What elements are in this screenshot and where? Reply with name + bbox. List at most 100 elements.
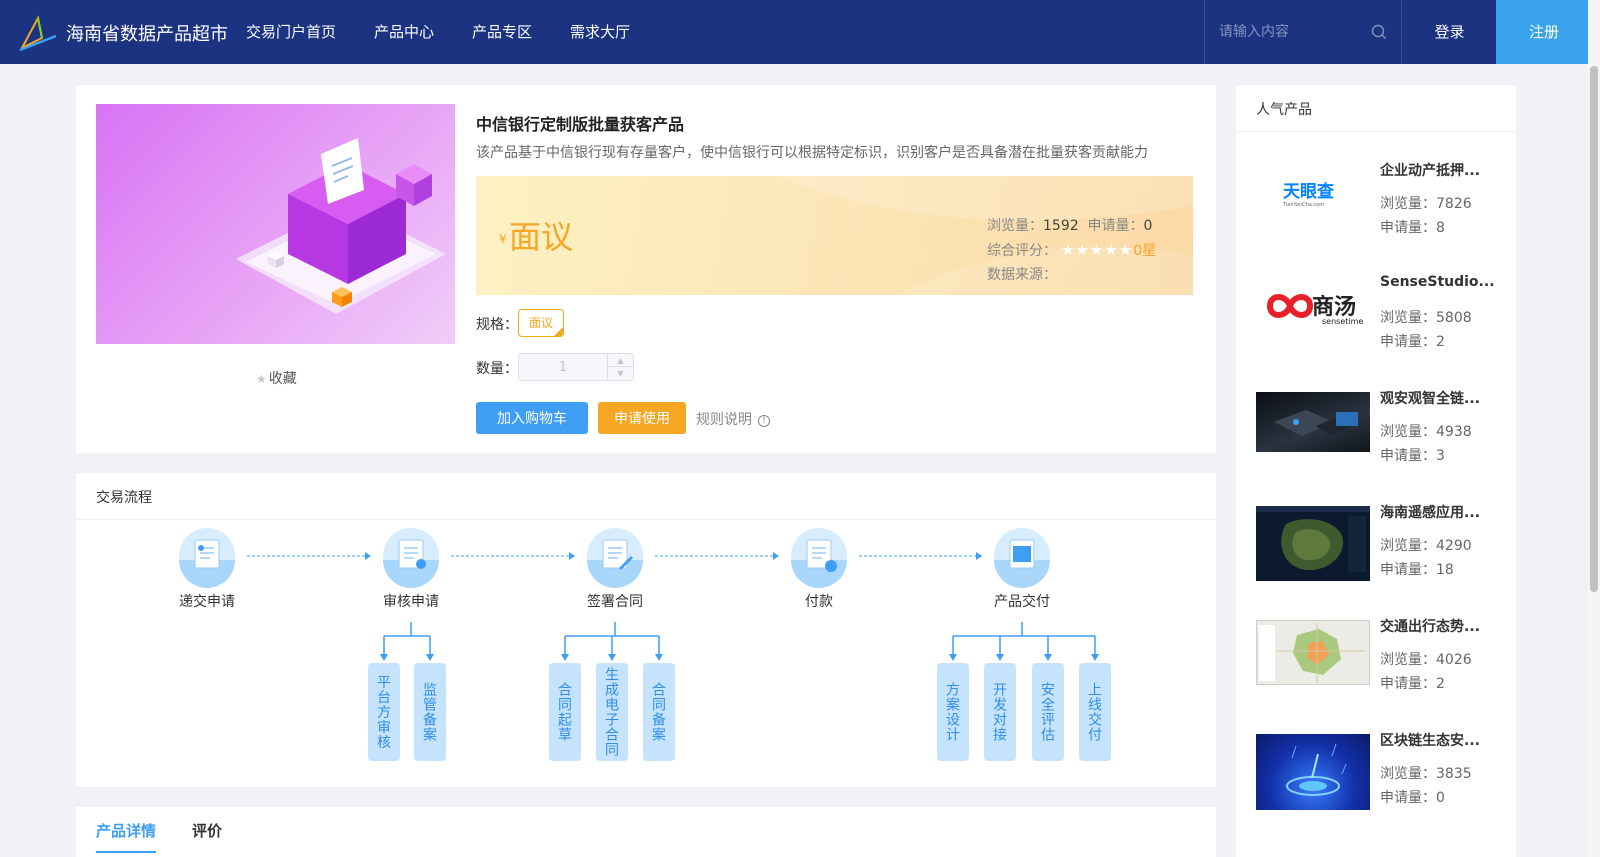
scrollbar-thumb[interactable] xyxy=(1590,66,1598,592)
sub-step-contract-1-label: 生成电子合同 xyxy=(605,668,619,759)
arrow-down-icon xyxy=(1091,654,1099,661)
requests-value: 18 xyxy=(1436,562,1454,578)
nav-product-zone[interactable]: 产品专区 xyxy=(472,0,532,64)
popular-divider xyxy=(1236,131,1516,132)
views-value: 5808 xyxy=(1436,310,1472,326)
quantity-decrease-icon[interactable]: ▼ xyxy=(607,367,633,380)
product-delivery-icon xyxy=(994,528,1050,588)
popular-item[interactable]: 观安观智全链... 浏览量：4938 申请量：3 xyxy=(1256,391,1506,492)
popular-item[interactable]: 天眼查 TianYanCha.com 企业动产抵押... 浏览量：7826 申请… xyxy=(1256,163,1506,264)
requests-label: 申请量： xyxy=(1380,676,1436,692)
arrow-down-icon xyxy=(380,654,388,661)
logo-subtext: TianYanCha.com xyxy=(1282,202,1324,208)
arrow-down-icon xyxy=(655,654,663,661)
popular-item-name: 区块链生态安... xyxy=(1380,733,1480,749)
popular-item-requests: 申请量：18 xyxy=(1380,559,1454,579)
tab-product-detail[interactable]: 产品详情 xyxy=(96,820,157,853)
product-stats: 浏览量：1592 申请量：0 综合评分： ★★★★★0星 数据来源： xyxy=(987,214,1156,287)
spec-option[interactable]: 面议 xyxy=(518,309,564,337)
popular-item-name: 交通出行态势... xyxy=(1380,619,1480,635)
requests-value: 0 xyxy=(1436,790,1445,806)
spec-label: 规格： xyxy=(476,317,518,333)
site-brand-name[interactable]: 海南省数据产品超市 xyxy=(66,20,228,46)
views-label: 浏览量： xyxy=(1380,538,1436,554)
page-scrollbar[interactable] xyxy=(1588,0,1600,857)
requests-value: 2 xyxy=(1436,334,1445,350)
tab-reviews[interactable]: 评价 xyxy=(192,820,222,841)
views-label: 浏览量： xyxy=(1380,652,1436,668)
satellite-map-image xyxy=(1256,506,1370,572)
requests-value: 3 xyxy=(1436,448,1445,464)
popular-item-thumbnail xyxy=(1256,392,1370,452)
payment-icon xyxy=(791,528,847,588)
quantity-input[interactable] xyxy=(519,354,607,380)
tianyancha-logo-icon: 天眼查 TianYanCha.com xyxy=(1282,181,1335,208)
popular-item-requests: 申请量：0 xyxy=(1380,787,1445,807)
top-header: 海南省数据产品超市 交易门户首页 产品中心 产品专区 需求大厅 登录 注册 xyxy=(0,0,1600,64)
popular-item-views: 浏览量：7826 xyxy=(1380,193,1472,213)
requests-label: 申请量： xyxy=(1380,334,1436,350)
popular-item-views: 浏览量：5808 xyxy=(1380,307,1472,327)
favorite-button[interactable]: ★ 收藏 xyxy=(256,368,297,388)
popular-item-views: 浏览量：4938 xyxy=(1380,421,1472,441)
views-value: 4938 xyxy=(1436,424,1472,440)
popular-item[interactable]: 商汤 sensetime SenseStudio... 浏览量：5808 申请量… xyxy=(1256,274,1506,378)
views-label: 浏览量： xyxy=(1380,196,1436,212)
requests-label: 申请量： xyxy=(1380,448,1436,464)
isometric-cube-illustration xyxy=(236,138,446,314)
nav-product-center[interactable]: 产品中心 xyxy=(374,0,434,64)
popular-item-requests: 申请量：3 xyxy=(1380,445,1445,465)
traffic-map-image xyxy=(1259,623,1365,683)
sub-step-contract-2-label: 合同备案 xyxy=(652,683,666,744)
flow-title: 交易流程 xyxy=(96,490,152,506)
arrow-right-icon xyxy=(773,552,779,560)
popular-item[interactable]: 交通出行态势... 浏览量：4026 申请量：2 xyxy=(1256,619,1506,720)
step-delivery-label: 产品交付 xyxy=(994,593,1050,610)
requests-label: 申请量： xyxy=(1380,790,1436,806)
rating-label: 综合评分： xyxy=(987,243,1057,259)
sign-contract-icon xyxy=(587,528,643,588)
site-logo-icon[interactable] xyxy=(18,12,58,52)
views-value: 3835 xyxy=(1436,766,1472,782)
popular-item-name: 海南遥感应用... xyxy=(1380,505,1480,521)
search-icon[interactable] xyxy=(1371,24,1387,40)
apply-use-button[interactable]: 申请使用 xyxy=(598,402,686,434)
arrow-right-icon xyxy=(569,552,575,560)
arrow-down-icon xyxy=(608,654,616,661)
popular-item[interactable]: 区块链生态安... 浏览量：3835 申请量：0 xyxy=(1256,733,1506,834)
step-submit-label: 递交申请 xyxy=(179,593,235,610)
quantity-stepper: ▲ ▼ xyxy=(518,353,634,381)
product-summary-panel: ★ 收藏 中信银行定制版批量获客产品 该产品基于中信银行现有存量客户，使中信银行可… xyxy=(76,85,1216,453)
popular-item-thumbnail: 天眼查 TianYanCha.com xyxy=(1256,164,1370,224)
arrow-right-icon xyxy=(976,552,982,560)
sub-step-delivery-2-label: 安全评估 xyxy=(1041,683,1055,744)
logo-subtext: sensetime xyxy=(1322,317,1363,326)
popular-item-thumbnail xyxy=(1256,734,1370,810)
rules-link[interactable]: 规则说明! xyxy=(696,409,770,429)
add-to-cart-button[interactable]: 加入购物车 xyxy=(476,402,588,434)
product-description: 该产品基于中信银行现有存量客户，使中信银行可以根据特定标识，识别客户是否具备潜在… xyxy=(476,145,1148,161)
product-title: 中信银行定制版批量获客产品 xyxy=(476,115,685,134)
popular-item-name: SenseStudio... xyxy=(1380,274,1495,290)
arrow-down-icon xyxy=(561,654,569,661)
info-icon: ! xyxy=(758,415,770,427)
popular-item-views: 浏览量：4026 xyxy=(1380,649,1472,669)
star-icon: ★ xyxy=(256,372,267,386)
requests-value: 0 xyxy=(1143,218,1153,234)
rating-value: 0星 xyxy=(1133,243,1157,259)
arrow-down-icon xyxy=(1044,654,1052,661)
quantity-increase-icon[interactable]: ▲ xyxy=(607,354,633,367)
nav-demand-hall[interactable]: 需求大厅 xyxy=(570,0,630,64)
nav-home[interactable]: 交易门户首页 xyxy=(246,0,336,64)
popular-products-panel: 人气产品 天眼查 TianYanCha.com 企业动产抵押... 浏览量：78… xyxy=(1236,85,1516,857)
popular-item[interactable]: 海南遥感应用... 浏览量：4290 申请量：18 xyxy=(1256,505,1506,606)
register-button[interactable]: 注册 xyxy=(1496,0,1592,64)
step-review-label: 审核申请 xyxy=(383,594,439,610)
sub-step-delivery-1-label: 开发对接 xyxy=(993,683,1007,744)
detail-tabs: 产品详情 评价 xyxy=(76,807,1216,857)
popular-title: 人气产品 xyxy=(1256,102,1312,118)
search-input[interactable] xyxy=(1219,20,1369,44)
arrow-right-icon xyxy=(365,552,371,560)
login-button[interactable]: 登录 xyxy=(1403,0,1496,64)
requests-value: 8 xyxy=(1436,220,1445,236)
